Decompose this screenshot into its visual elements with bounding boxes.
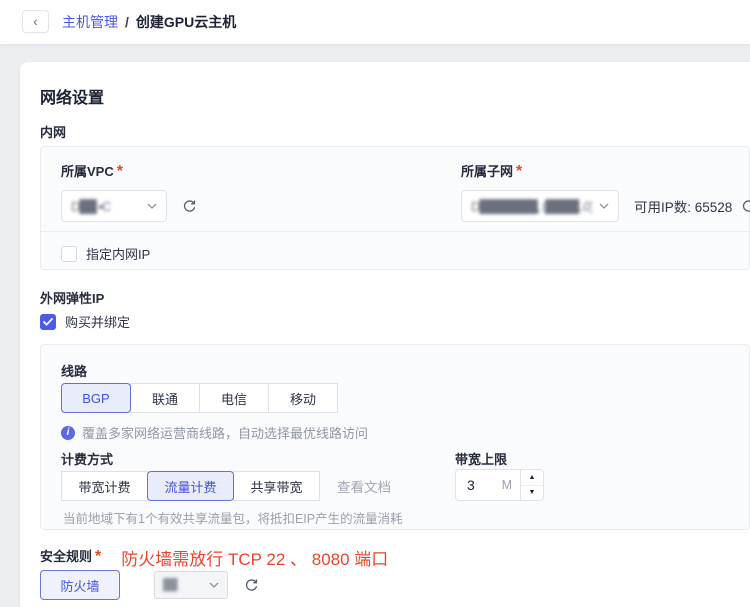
line-info-row: i 覆盖多家网络运营商线路，自动选择最优线路访问 (61, 423, 368, 442)
chevron-down-icon (209, 582, 219, 588)
section-title: 网络设置 (40, 84, 104, 108)
checkbox-checked-icon[interactable] (40, 314, 56, 330)
breadcrumb-host-management[interactable]: 主机管理 (62, 12, 118, 32)
vpc-select[interactable]: D██ ▪C (61, 190, 167, 222)
line-label: 线路 (61, 361, 87, 380)
back-button[interactable]: ‹ (22, 10, 49, 33)
breadcrumb: 主机管理 / 创建GPU云主机 (62, 0, 236, 44)
intranet-label: 内网 (40, 122, 66, 141)
buy-and-bind-label: 购买并绑定 (65, 312, 130, 331)
buy-and-bind-checkbox[interactable]: 购买并绑定 (40, 312, 130, 331)
firewall-annotation: 防火墙需放行 TCP 22 、 8080 端口 (121, 551, 388, 568)
checkbox-unchecked-icon[interactable] (61, 246, 77, 262)
chevron-down-icon (147, 203, 157, 209)
firewall-rule-select[interactable]: ██ (154, 571, 228, 599)
vpc-label: 所属VPC (61, 164, 114, 179)
firewall-button[interactable]: 防火墙 (40, 570, 120, 600)
info-icon: i (61, 426, 75, 440)
chevron-down-icon (599, 203, 609, 209)
line-option-telecom[interactable]: 电信 (199, 383, 269, 413)
panel-divider (41, 231, 749, 232)
bandwidth-input[interactable]: 3 M (455, 469, 521, 501)
billing-label: 计费方式 (61, 449, 113, 468)
subnet-refresh-icon[interactable] (741, 199, 750, 214)
top-header: ‹ 主机管理 / 创建GPU云主机 (0, 0, 750, 44)
assign-intranet-ip-label: 指定内网IP (86, 244, 150, 263)
stepper-up-button[interactable]: ▲ (521, 470, 543, 486)
available-ip-count: 可用IP数: 65528 (634, 196, 732, 216)
billing-option-shared[interactable]: 共享带宽 (233, 471, 320, 501)
eip-panel: 线路 BGP 联通 电信 移动 i 覆盖多家网络运营商线路，自动选择最优线路访问… (40, 344, 750, 530)
subnet-select-value: D███████, (████..0) (471, 199, 592, 214)
required-asterisk: * (516, 163, 522, 180)
billing-button-group: 带宽计费 流量计费 共享带宽 查看文档 (61, 471, 391, 501)
assign-intranet-ip-checkbox[interactable]: 指定内网IP (61, 244, 150, 263)
subnet-label: 所属子网 (461, 164, 513, 179)
stepper-down-button[interactable]: ▼ (521, 486, 543, 501)
required-asterisk: * (95, 548, 101, 565)
eip-label: 外网弹性IP (40, 288, 104, 307)
vpc-field: 所属VPC* D██ ▪C (61, 161, 197, 222)
bandwidth-value: 3 (467, 477, 502, 493)
bandwidth-unit: M (502, 478, 512, 492)
breadcrumb-separator: / (125, 14, 129, 30)
vpc-select-value: D██ ▪C (71, 199, 140, 214)
required-asterisk: * (117, 163, 123, 180)
security-rule-label: 安全规则 (40, 549, 92, 564)
subnet-field: 所属子网* D███████, (████..0) 可用IP数: 65528 (461, 161, 750, 222)
firewall-rule-select-value: ██ (163, 579, 202, 591)
security-controls-row: 防火墙 ██ (40, 570, 259, 600)
line-button-group: BGP 联通 电信 移动 (61, 383, 338, 413)
traffic-package-note: 当前地域下有1个有效共享流量包，将抵扣EIP产生的流量消耗 (63, 508, 403, 527)
network-settings-card: 网络设置 内网 所属VPC* D██ ▪C (20, 62, 750, 607)
billing-option-bandwidth[interactable]: 带宽计费 (61, 471, 148, 501)
intranet-panel: 所属VPC* D██ ▪C 所属子网* (40, 146, 750, 270)
line-option-bgp[interactable]: BGP (61, 383, 131, 413)
line-option-mobile[interactable]: 移动 (268, 383, 338, 413)
page-title: 创建GPU云主机 (136, 12, 236, 32)
bandwidth-input-group: 3 M ▲ ▼ (455, 469, 544, 501)
billing-option-traffic[interactable]: 流量计费 (147, 471, 234, 501)
line-info-text: 覆盖多家网络运营商线路，自动选择最优线路访问 (82, 423, 368, 442)
line-option-unicom[interactable]: 联通 (130, 383, 200, 413)
security-rule-row: 安全规则* 防火墙需放行 TCP 22 、 8080 端口 (40, 546, 388, 566)
bandwidth-stepper: ▲ ▼ (520, 469, 544, 501)
vpc-refresh-icon[interactable] (182, 199, 197, 214)
view-docs-link[interactable]: 查看文档 (337, 476, 391, 496)
subnet-select[interactable]: D███████, (████..0) (461, 190, 619, 222)
bandwidth-limit-label: 带宽上限 (455, 449, 507, 468)
firewall-refresh-icon[interactable] (244, 578, 259, 593)
